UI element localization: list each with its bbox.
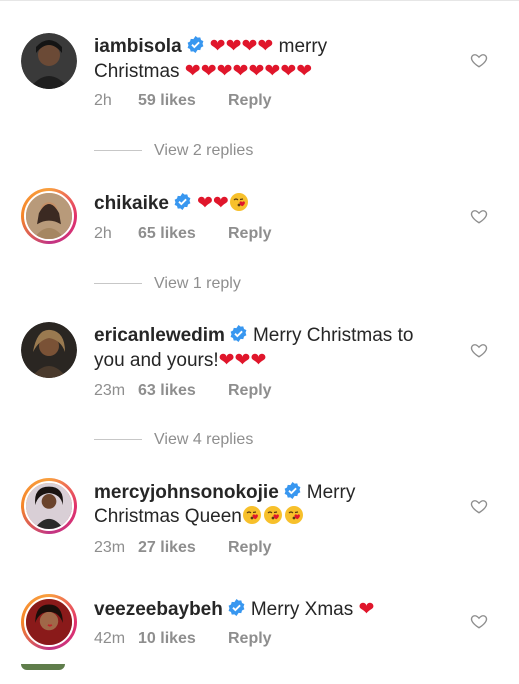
verified-badge-icon <box>173 192 192 211</box>
heart-outline-icon[interactable] <box>470 497 488 515</box>
username[interactable]: chikaike <box>94 193 169 214</box>
username[interactable]: iambisola <box>94 36 182 57</box>
heart-outline-icon[interactable] <box>470 51 488 69</box>
view-replies-button[interactable]: View 2 replies <box>94 142 253 160</box>
comment-text: Merry <box>306 482 356 503</box>
comment-text: Christmas <box>94 61 180 82</box>
avatar[interactable] <box>21 478 77 534</box>
comment-meta: 23m 63 likes Reply <box>94 382 272 400</box>
heart-emoji: ❤❤❤❤ <box>209 35 274 57</box>
reply-button[interactable]: Reply <box>228 92 272 110</box>
view-replies-button[interactable]: View 4 replies <box>94 431 253 449</box>
username[interactable]: veezeebaybeh <box>94 599 223 620</box>
face-blowing-kiss-emoji <box>242 505 262 525</box>
heart-emoji: ❤❤ <box>197 192 229 214</box>
username[interactable]: ericanlewedim <box>94 325 225 346</box>
face-blowing-kiss-emoji <box>229 192 249 212</box>
reply-button[interactable]: Reply <box>228 225 272 243</box>
likes-count[interactable]: 63 likes <box>138 382 228 400</box>
comment-body: mercyjohnsonokojie Merry Christmas Queen <box>94 481 424 529</box>
likes-count[interactable]: 27 likes <box>138 539 228 557</box>
heart-emoji: ❤❤❤ <box>218 349 267 371</box>
next-comment-avatar <box>21 664 65 670</box>
heart-outline-icon[interactable] <box>470 341 488 359</box>
face-blowing-kiss-emoji <box>284 505 304 525</box>
reply-button[interactable]: Reply <box>228 382 272 400</box>
top-divider <box>0 0 519 1</box>
comment-body: ericanlewedim Merry Christmas to you and … <box>94 324 424 373</box>
timestamp: 2h <box>94 225 112 242</box>
timestamp: 42m <box>94 630 126 647</box>
heart-emoji: ❤❤❤❤❤❤❤❤ <box>184 60 313 82</box>
avatar[interactable] <box>21 33 77 89</box>
likes-count[interactable]: 59 likes <box>138 92 228 110</box>
comment-text: merry <box>278 36 328 57</box>
view-replies-button[interactable]: View 1 reply <box>94 275 241 293</box>
face-blowing-kiss-emoji <box>263 505 283 525</box>
avatar[interactable] <box>21 594 77 650</box>
comment-body: chikaike ❤❤ <box>94 191 424 216</box>
timestamp: 23m <box>94 382 126 399</box>
timestamp: 2h <box>94 92 112 109</box>
reply-button[interactable]: Reply <box>228 630 272 648</box>
comment-text: Christmas Queen <box>94 506 242 527</box>
comment-meta: 42m 10 likes Reply <box>94 630 272 648</box>
verified-badge-icon <box>227 598 246 617</box>
likes-count[interactable]: 65 likes <box>138 225 228 243</box>
timestamp: 23m <box>94 539 126 556</box>
avatar[interactable] <box>21 188 77 244</box>
reply-button[interactable]: Reply <box>228 539 272 557</box>
verified-badge-icon <box>283 481 302 500</box>
comment-body: veezeebaybeh Merry Xmas ❤ <box>94 597 424 622</box>
verified-badge-icon <box>186 35 205 54</box>
heart-emoji: ❤ <box>358 598 375 620</box>
comment-text: Merry Xmas <box>250 599 354 620</box>
heart-outline-icon[interactable] <box>470 612 488 630</box>
comment-meta: 23m 27 likes Reply <box>94 539 272 557</box>
replies-divider <box>94 283 142 285</box>
verified-badge-icon <box>229 324 248 343</box>
comment-text: you and yours! <box>94 350 219 371</box>
comment-meta: 2h 65 likes Reply <box>94 225 272 243</box>
avatar[interactable] <box>21 322 77 378</box>
replies-divider <box>94 150 142 152</box>
likes-count[interactable]: 10 likes <box>138 630 228 648</box>
username[interactable]: mercyjohnsonokojie <box>94 482 279 503</box>
heart-outline-icon[interactable] <box>470 207 488 225</box>
comment-meta: 2h 59 likes Reply <box>94 92 272 110</box>
comment-body: iambisola ❤❤❤❤ merry Christmas ❤❤❤❤❤❤❤❤ <box>94 34 424 84</box>
replies-divider <box>94 439 142 441</box>
comment-text: Merry Christmas to <box>252 325 414 346</box>
